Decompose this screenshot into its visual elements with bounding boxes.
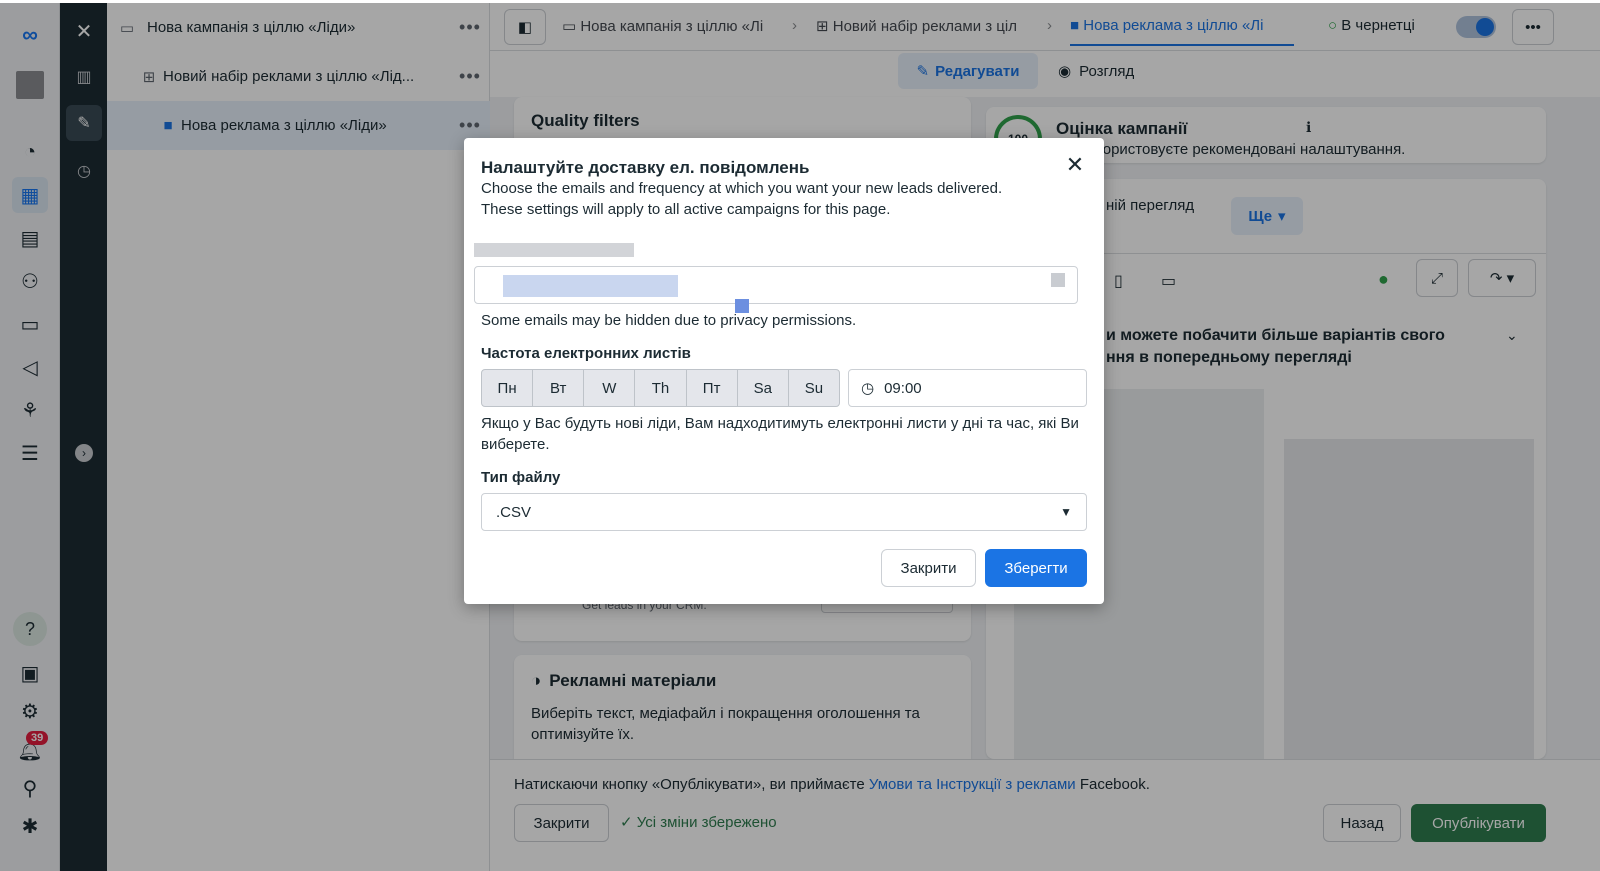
weekday-selector: Пн Вт W Th Пт Sa Su: [481, 369, 840, 407]
day-tue-toggle[interactable]: Вт: [533, 370, 585, 406]
privacy-note: Some emails may be hidden due to privacy…: [481, 312, 857, 329]
day-fri-toggle[interactable]: Пт: [687, 370, 738, 406]
close-icon[interactable]: ✕: [1064, 154, 1086, 176]
day-sun-toggle[interactable]: Su: [789, 370, 839, 406]
caret-down-icon: ▼: [1060, 505, 1072, 519]
day-wed-toggle[interactable]: W: [584, 370, 636, 406]
day-sat-toggle[interactable]: Sa: [738, 370, 789, 406]
dialog-desc-2: These settings will apply to all active …: [481, 201, 891, 218]
frequency-hint: Якщо у Вас будуть нові ліди, Вам надходи…: [481, 415, 1079, 453]
day-mon-toggle[interactable]: Пн: [482, 370, 534, 406]
email-delivery-dialog: Налаштуйте доставку ел. повідомлень ✕ Ch…: [464, 138, 1104, 604]
blurred-email-label: [474, 243, 634, 257]
dialog-title: Налаштуйте доставку ел. повідомлень: [481, 158, 810, 177]
frequency-label: Частота електронних листів: [481, 345, 691, 362]
clock-icon: ◷: [861, 380, 875, 397]
file-type-select[interactable]: .CSV ▼: [481, 493, 1087, 531]
dialog-close-button[interactable]: Закрити: [881, 549, 976, 587]
dialog-desc-1: Choose the emails and frequency at which…: [481, 180, 1003, 197]
day-thu-toggle[interactable]: Th: [635, 370, 687, 406]
time-input[interactable]: ◷ 09:00: [848, 369, 1087, 407]
file-type-label: Тип файлу: [481, 469, 561, 486]
email-recipients-field[interactable]: [474, 266, 1078, 313]
dialog-save-button[interactable]: Зберегти: [985, 549, 1087, 587]
